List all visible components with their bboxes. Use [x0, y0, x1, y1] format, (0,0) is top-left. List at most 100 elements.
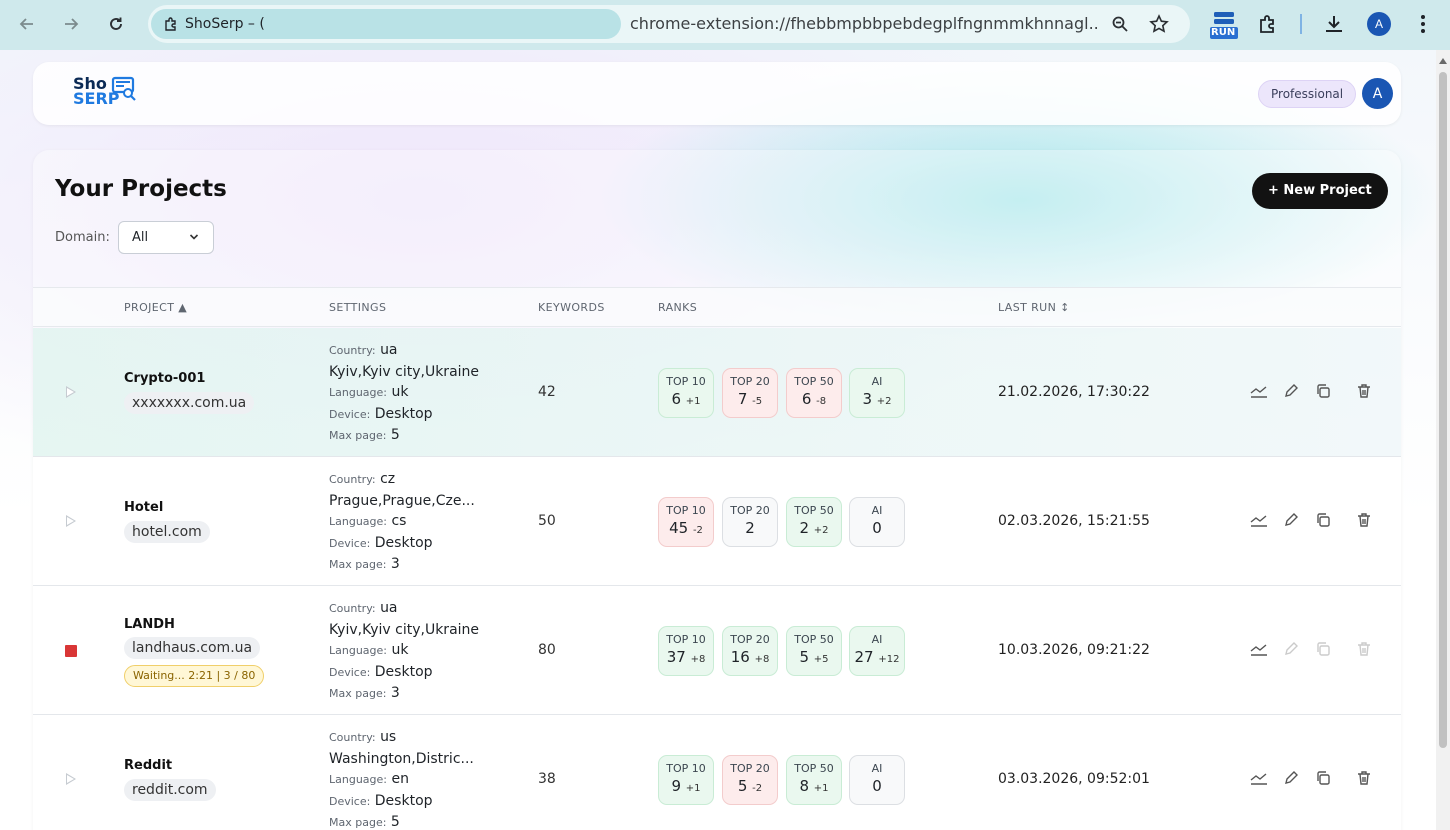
page: Sho SERP Professional A Your Projects + …	[0, 50, 1436, 830]
chart-icon[interactable]	[1250, 511, 1268, 529]
rank-box-ai[interactable]: AI 0	[849, 755, 905, 805]
extensions-puzzle-icon[interactable]	[1257, 13, 1279, 35]
browser-toolbar: ShoSerp – ( chrome-extension://fhebbmpbb…	[0, 0, 1450, 50]
rank-box-top20[interactable]: TOP 20 2	[722, 497, 778, 547]
rank-box-top50[interactable]: TOP 50 6 -8	[786, 368, 842, 418]
download-icon[interactable]	[1323, 13, 1345, 35]
table-row: LANDH landhaus.com.ua Waiting... 2:21 | …	[33, 586, 1401, 715]
copy-icon	[1314, 640, 1332, 658]
keyword-count: 42	[538, 384, 556, 400]
table-row: Hotel hotel.com Country: cz Prague,Pragu…	[33, 457, 1401, 586]
column-ranks: RANKS	[658, 301, 698, 314]
toolbar-divider	[1300, 14, 1302, 34]
rank-box-top50[interactable]: TOP 50 8 +1	[786, 755, 842, 805]
rank-box-ai[interactable]: AI 3 +2	[849, 368, 905, 418]
project-name[interactable]: Reddit	[124, 758, 172, 773]
profile-avatar-icon[interactable]: A	[1367, 12, 1391, 36]
project-domain: hotel.com	[124, 521, 210, 543]
table-row: Crypto-001 xxxxxxx.com.ua Country: ua Ky…	[33, 328, 1401, 457]
tab-chip[interactable]: ShoSerp – (	[151, 9, 621, 39]
rank-box-top10[interactable]: TOP 10 45 -2	[658, 497, 714, 547]
tab-title: ShoSerp – (	[185, 16, 265, 32]
rank-box-top20[interactable]: TOP 20 16 +8	[722, 626, 778, 676]
rank-box-top10[interactable]: TOP 10 37 +8	[658, 626, 714, 676]
trash-icon[interactable]	[1355, 511, 1373, 529]
domain-filter-select[interactable]: All	[118, 221, 214, 254]
column-settings: SETTINGS	[329, 301, 387, 314]
copy-icon[interactable]	[1314, 769, 1332, 787]
rank-box-top20[interactable]: TOP 20 7 -5	[722, 368, 778, 418]
bookmark-star-icon[interactable]	[1149, 14, 1169, 34]
edit-pencil-icon[interactable]	[1282, 511, 1300, 529]
table-row: Reddit reddit.com Country: us Washington…	[33, 715, 1401, 830]
chevron-down-icon	[189, 234, 199, 240]
run-project-icon[interactable]	[66, 515, 76, 527]
last-run-date: 21.02.2026, 17:30:22	[998, 384, 1150, 400]
project-domain: landhaus.com.ua	[124, 637, 261, 659]
column-last-run[interactable]: LAST RUN ↕	[998, 301, 1070, 314]
page-scrollbar[interactable]	[1436, 50, 1450, 830]
last-run-date: 10.03.2026, 09:21:22	[998, 642, 1150, 658]
waiting-status-badge: Waiting... 2:21 | 3 / 80	[124, 665, 265, 687]
last-run-date: 03.03.2026, 09:52:01	[998, 771, 1150, 787]
url-text[interactable]: chrome-extension://fhebbmpbbpebdegplfngn…	[630, 5, 1100, 43]
back-icon[interactable]	[12, 9, 42, 39]
chart-icon[interactable]	[1250, 640, 1268, 658]
rank-box-top50[interactable]: TOP 50 5 +5	[786, 626, 842, 676]
run-project-icon[interactable]	[66, 386, 76, 398]
forward-icon[interactable]	[56, 9, 86, 39]
scroll-up-arrow-icon[interactable]	[1439, 58, 1447, 64]
rank-box-top20[interactable]: TOP 20 5 -2	[722, 755, 778, 805]
copy-icon[interactable]	[1314, 382, 1332, 400]
chart-icon[interactable]	[1250, 382, 1268, 400]
trash-icon[interactable]	[1355, 769, 1373, 787]
project-name[interactable]: Hotel	[124, 500, 163, 515]
rank-box-ai[interactable]: AI 27 +12	[849, 626, 905, 676]
user-avatar[interactable]: A	[1362, 78, 1393, 109]
rank-box-top10[interactable]: TOP 10 9 +1	[658, 755, 714, 805]
projects-card: Your Projects + New Project Domain: All …	[33, 150, 1401, 830]
domain-filter-label: Domain:	[55, 230, 110, 245]
domain-filter-value: All	[132, 230, 149, 245]
project-settings: Country: us Washington,Distric... Langua…	[329, 729, 474, 830]
edit-pencil-icon[interactable]	[1282, 382, 1300, 400]
extension-puzzle-icon	[165, 17, 176, 31]
edit-pencil-icon	[1282, 640, 1300, 658]
last-run-date: 02.03.2026, 15:21:55	[998, 513, 1150, 529]
project-domain: xxxxxxx.com.ua	[124, 392, 255, 414]
edit-pencil-icon[interactable]	[1282, 769, 1300, 787]
keyword-count: 80	[538, 642, 556, 658]
project-settings: Country: ua Kyiv,Kyiv city,Ukraine Langu…	[329, 600, 480, 702]
rank-box-top50[interactable]: TOP 50 2 +2	[786, 497, 842, 547]
reload-icon[interactable]	[101, 9, 131, 39]
run-project-icon[interactable]	[66, 773, 76, 785]
rank-box-top10[interactable]: TOP 10 6 +1	[658, 368, 714, 418]
trash-icon[interactable]	[1355, 382, 1373, 400]
scroll-thumb[interactable]	[1439, 72, 1447, 748]
project-settings: Country: ua Kyiv,Kyiv city,Ukraine Langu…	[329, 342, 480, 444]
new-project-button[interactable]: + New Project	[1252, 173, 1388, 209]
plan-badge[interactable]: Professional	[1258, 80, 1357, 108]
trash-icon	[1355, 640, 1373, 658]
address-bar[interactable]: ShoSerp – ( chrome-extension://fhebbmpbb…	[148, 5, 1190, 43]
page-title: Your Projects	[55, 176, 227, 202]
browser-menu-icon[interactable]	[1418, 13, 1428, 35]
project-settings: Country: cz Prague,Prague,Cze... Languag…	[329, 471, 475, 573]
logo-magnifier-icon	[111, 76, 136, 101]
run-extension-icon[interactable]: RUN	[1208, 10, 1240, 40]
project-name[interactable]: LANDH	[124, 617, 175, 632]
stop-project-icon[interactable]	[65, 645, 77, 657]
rank-box-ai[interactable]: AI 0	[849, 497, 905, 547]
keyword-count: 50	[538, 513, 556, 529]
zoom-icon[interactable]	[1110, 14, 1130, 34]
project-domain: reddit.com	[124, 779, 216, 801]
keyword-count: 38	[538, 771, 556, 787]
chart-icon[interactable]	[1250, 769, 1268, 787]
column-keywords: KEYWORDS	[538, 301, 605, 314]
column-project[interactable]: PROJECT ▲	[124, 301, 187, 314]
shoserp-logo[interactable]: Sho SERP	[73, 76, 143, 112]
project-name[interactable]: Crypto-001	[124, 371, 205, 386]
copy-icon[interactable]	[1314, 511, 1332, 529]
app-header: Sho SERP Professional A	[33, 62, 1401, 125]
table-header: PROJECT ▲ SETTINGS KEYWORDS RANKS LAST R…	[33, 287, 1401, 327]
